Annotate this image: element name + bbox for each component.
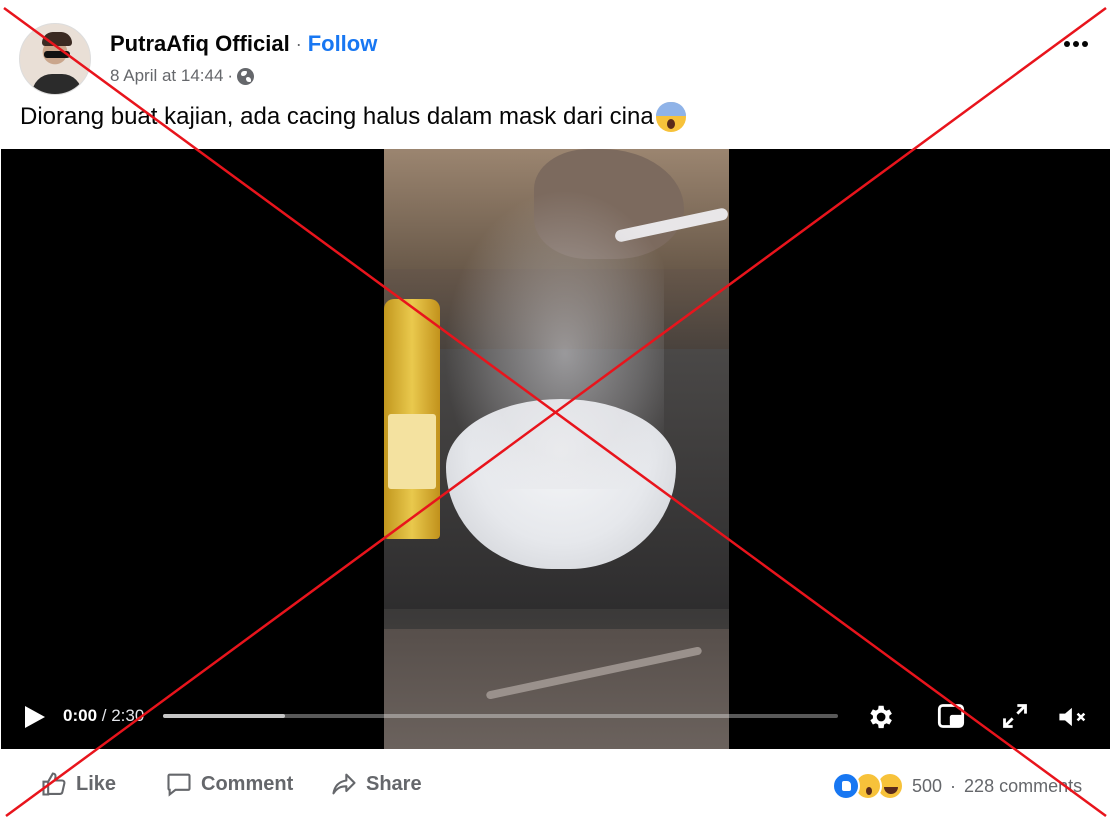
thumbs-up-icon	[42, 772, 66, 796]
avatar-hair	[42, 32, 72, 46]
more-options-icon[interactable]	[1064, 41, 1088, 47]
buffered-bar	[163, 714, 285, 718]
author-name[interactable]: PutraAfiq Official	[110, 31, 290, 57]
name-separator: ·	[295, 33, 302, 54]
follow-button[interactable]: Follow	[308, 31, 378, 57]
like-label: Like	[76, 772, 117, 795]
like-button[interactable]: Like	[40, 770, 116, 798]
time-separator: /	[97, 706, 112, 725]
video-frame	[384, 149, 729, 749]
current-time: 0:00	[63, 706, 98, 725]
video-time: 0:00 / 2:30	[63, 706, 144, 726]
facebook-post: PutraAfiq Official · Follow 8 April at 1…	[0, 0, 1111, 822]
share-button[interactable]: Share	[330, 770, 422, 798]
comments-count-link[interactable]: 228 comments	[964, 776, 1082, 797]
reactions-summary[interactable]: 500 · 228 comments	[832, 772, 1082, 800]
globe-icon[interactable]	[237, 67, 255, 85]
muted-speaker-icon[interactable]	[1056, 702, 1090, 732]
avatar-sunglasses	[44, 51, 70, 58]
post-timestamp[interactable]: 8 April at 14:44	[110, 66, 223, 86]
video-progress-bar[interactable]	[163, 714, 838, 718]
engagement-separator: ·	[950, 775, 957, 796]
meta-separator: ·	[227, 66, 234, 85]
comment-button[interactable]: Comment	[165, 770, 293, 798]
frame-bottle-label	[388, 414, 436, 489]
author-avatar[interactable]	[19, 23, 91, 95]
frame-steam	[444, 189, 664, 489]
post-actions: Like Comment Share 500 · 228 comments	[0, 760, 1111, 812]
post-caption: Diorang buat kajian, ada cacing halus da…	[20, 103, 654, 130]
more-dot	[1064, 41, 1070, 47]
reaction-count[interactable]: 500	[912, 776, 942, 797]
fullscreen-icon[interactable]	[1001, 702, 1029, 730]
face-screaming-in-fear-emoji	[655, 102, 686, 132]
avatar-body	[32, 74, 82, 94]
settings-gear-icon[interactable]	[865, 702, 895, 732]
more-dot	[1073, 41, 1079, 47]
post-text: Diorang buat kajian, ada cacing halus da…	[20, 102, 686, 132]
like-reaction-icon	[832, 772, 860, 800]
picture-in-picture-icon[interactable]	[937, 702, 965, 730]
author-row: PutraAfiq Official · Follow	[110, 31, 377, 57]
comment-bubble-icon	[167, 773, 191, 797]
video-duration: 2:30	[111, 706, 145, 725]
post-meta: 8 April at 14:44 ·	[110, 66, 255, 86]
share-arrow-icon	[332, 773, 356, 795]
video-player[interactable]: 0:00 / 2:30	[1, 149, 1110, 749]
comment-label: Comment	[201, 772, 294, 795]
more-dot	[1082, 41, 1088, 47]
video-controls: 0:00 / 2:30	[1, 697, 1110, 737]
play-icon[interactable]	[25, 706, 45, 728]
share-label: Share	[366, 772, 422, 795]
